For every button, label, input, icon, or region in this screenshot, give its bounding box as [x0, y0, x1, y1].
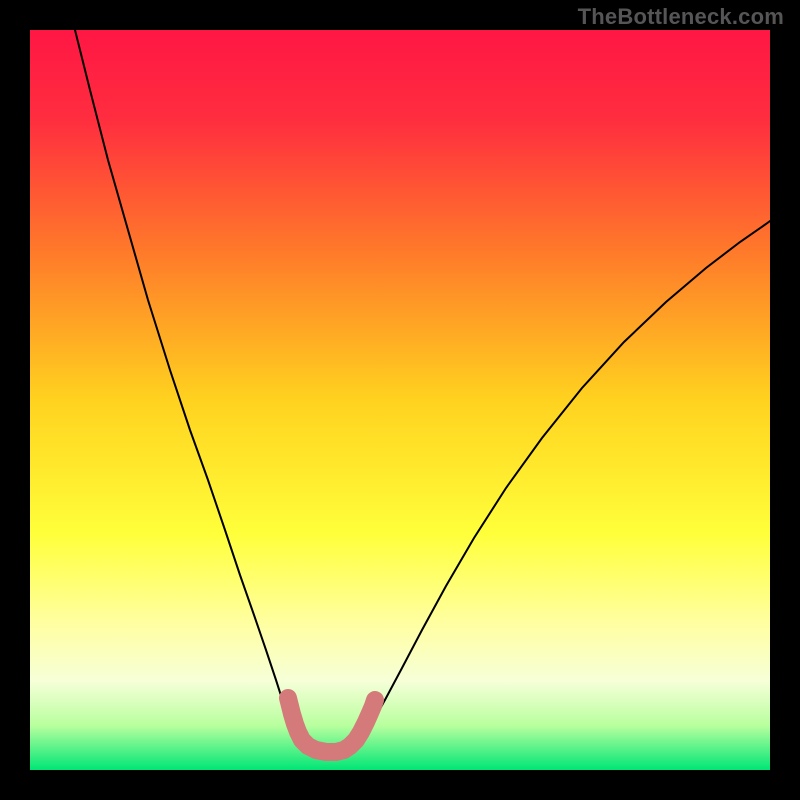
chart-frame: TheBottleneck.com — [0, 0, 800, 800]
gradient-bg — [30, 30, 770, 770]
plot-area — [30, 30, 770, 770]
chart-svg — [30, 30, 770, 770]
watermark-text: TheBottleneck.com — [578, 4, 784, 30]
